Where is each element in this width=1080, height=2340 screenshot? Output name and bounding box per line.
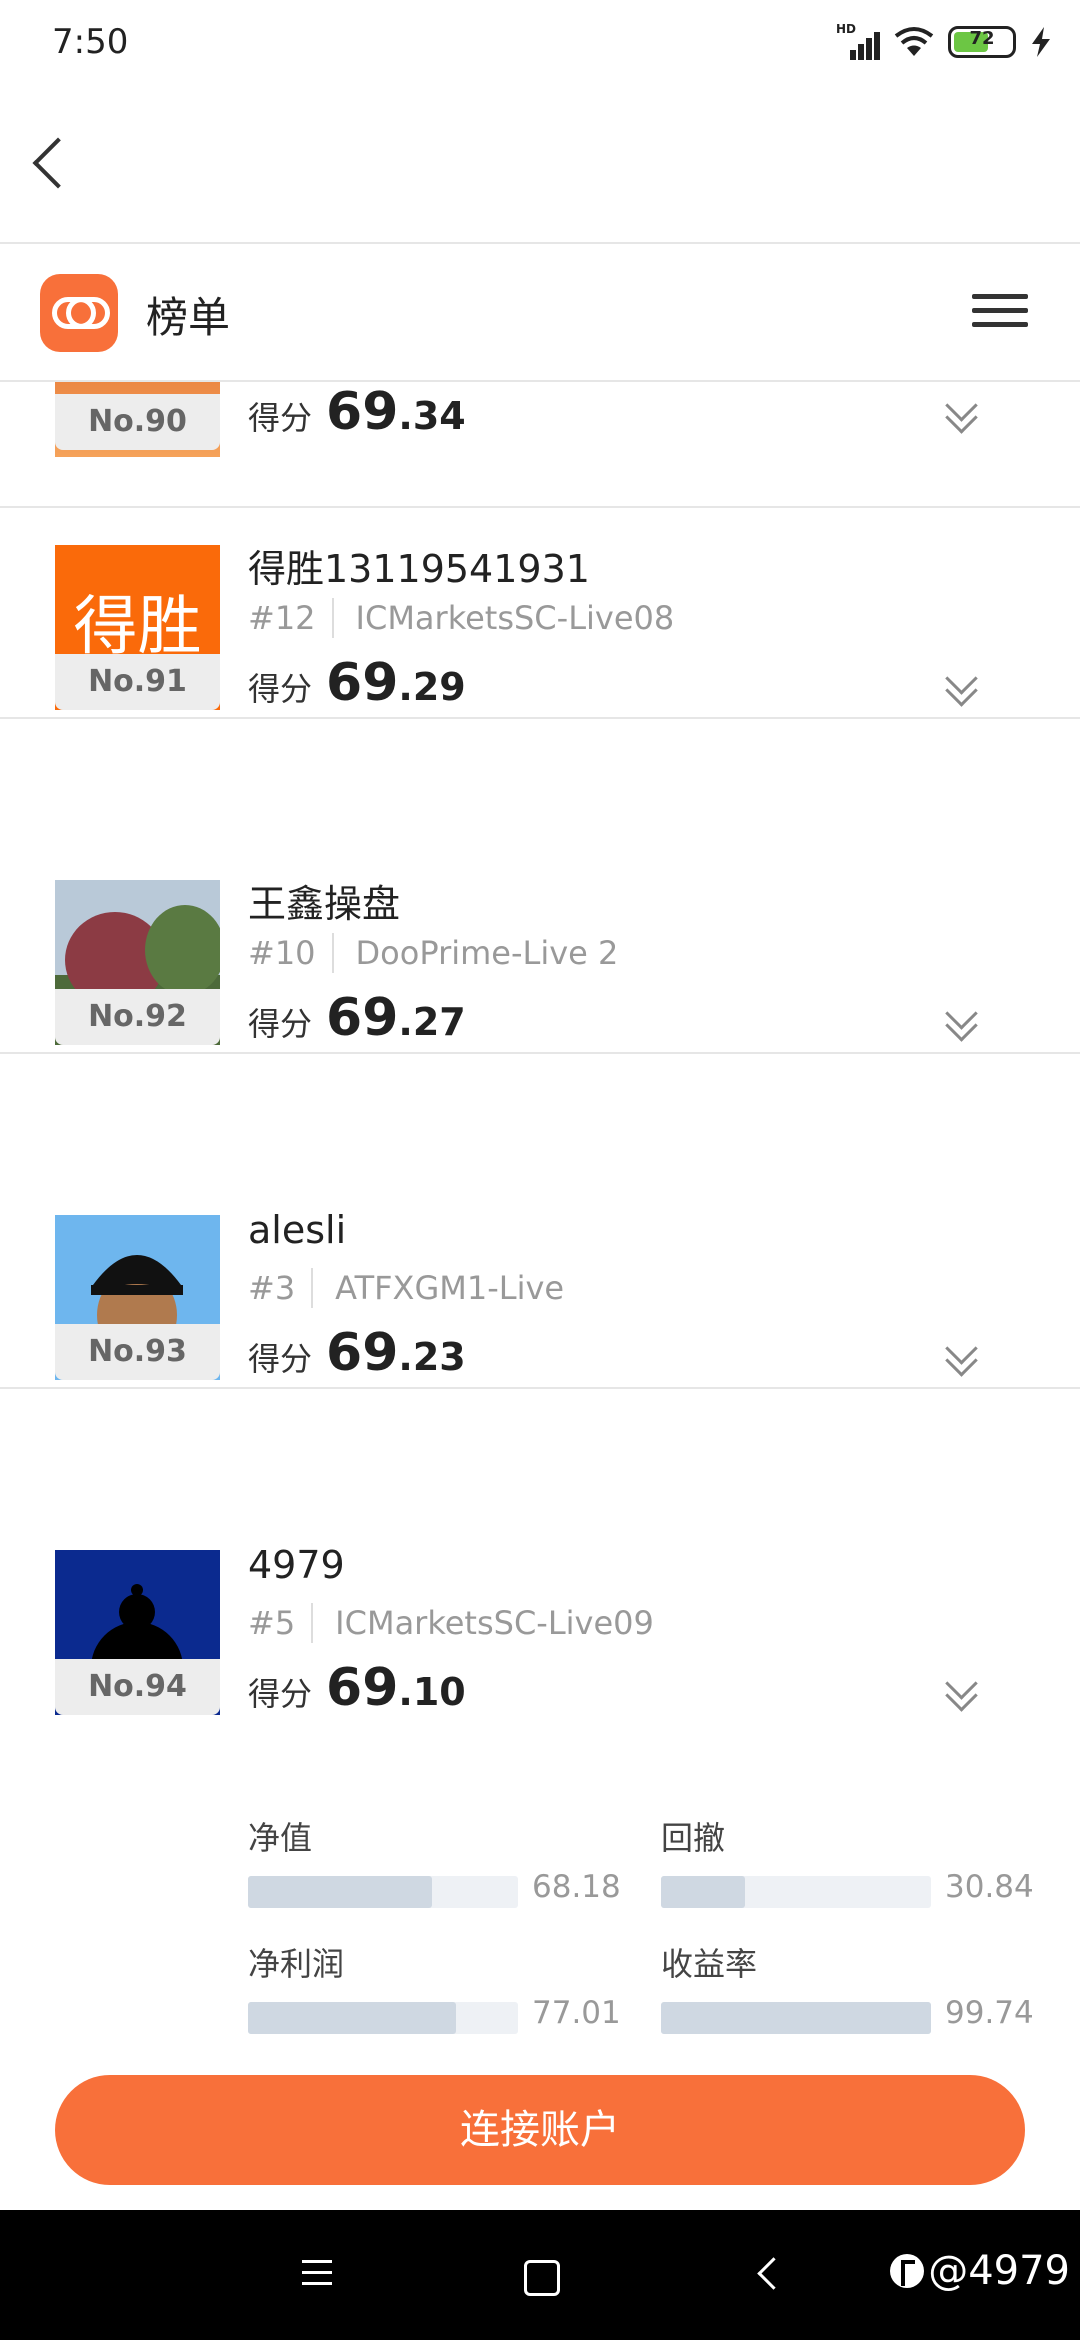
rank-badge: No.90 [55,394,220,450]
battery-level: 72 [969,28,995,49]
rank-badge: No.92 [55,989,220,1045]
server-name: ICMarketsSC-Live08 [355,599,675,637]
metrics-panel: 净值 68.18 回撤 30.84 净利润 77.01 收益率 99.74 [248,1813,1038,2050]
status-bar: 7:50 HD 72 [0,0,1080,90]
battery-icon: 72 [948,26,1016,58]
expand-chevron-icon[interactable] [945,1332,978,1377]
list-item[interactable]: No.90 得分 69 .34 [0,382,1080,508]
score-integer: 69 [326,382,399,442]
score: 得分 69 .34 [248,382,466,442]
rank-badge: No.91 [55,654,220,710]
expand-chevron-icon[interactable] [945,389,978,434]
rank-badge: No.93 [55,1324,220,1380]
system-nav-bar: @4979 [0,2210,1080,2340]
metric-drawdown: 回撤 30.84 [661,1813,1041,1908]
server-name: DooPrime-Live 2 [355,934,619,972]
app-logo-icon [40,274,118,352]
connect-account-button[interactable]: 连接账户 [55,2075,1025,2185]
score: 得分 69 .29 [248,653,466,713]
trader-meta: #5 ICMarketsSC-Live09 [248,1603,654,1643]
trader-name: 王鑫操盘 [248,882,401,926]
hamburger-menu-icon[interactable] [972,294,1028,328]
expand-chevron-icon[interactable] [945,1667,978,1712]
score-decimal: .27 [398,1000,466,1044]
metric-bar [248,1876,518,1908]
score-label: 得分 [248,670,313,708]
score-label: 得分 [248,1005,313,1043]
back-icon[interactable] [757,2257,790,2290]
score-decimal: .34 [398,394,466,438]
account-rank: #10 [248,934,316,972]
score-integer: 69 [326,653,399,713]
score-integer: 69 [326,1658,399,1718]
server-name: ICMarketsSC-Live09 [335,1604,654,1642]
metric-label: 净值 [248,1819,313,1857]
list-item[interactable]: 得胜 No.91 得胜13119541931 #12 ICMarketsSC-L… [0,508,1080,719]
metric-value: 68.18 [532,1869,621,1905]
score: 得分 69 .10 [248,1658,466,1718]
trader-meta: #10 DooPrime-Live 2 [248,933,618,973]
trader-name: alesli [248,1208,347,1252]
trader-name: 4979 [248,1543,345,1587]
metric-net-value: 净值 68.18 [248,1813,628,1908]
trader-name: 得胜13119541931 [248,547,590,591]
app-header: 榜单 [0,244,1080,382]
metric-bar [661,2002,931,2034]
score-label: 得分 [248,1340,313,1378]
metric-net-profit: 净利润 77.01 [248,1939,628,2034]
status-time: 7:50 [52,22,129,62]
score-integer: 69 [326,1323,399,1383]
status-icons: HD 72 [836,22,1052,60]
server-name: ATFXGM1-Live [335,1269,565,1307]
metric-return-rate: 收益率 99.74 [661,1939,1041,2034]
metric-bar [661,1876,931,1908]
account-rank: #12 [248,599,316,637]
trader-meta: #12 ICMarketsSC-Live08 [248,598,674,638]
score: 得分 69 .23 [248,1323,466,1383]
rank-badge: No.94 [55,1659,220,1715]
metric-value: 77.01 [532,1995,621,2031]
watermark-logo-icon [890,2254,925,2288]
trader-meta: #3 ATFXGM1-Live [248,1268,564,1308]
score-label: 得分 [248,399,313,437]
score: 得分 69 .27 [248,988,466,1048]
bottom-action-area: 连接账户 [0,2050,1080,2210]
metric-label: 收益率 [661,1945,758,1983]
account-rank: #3 [248,1269,296,1307]
home-icon[interactable] [524,2260,560,2296]
score-integer: 69 [326,988,399,1048]
top-nav-bar [0,90,1080,244]
score-decimal: .10 [398,1670,466,1714]
list-item[interactable]: No.94 4979 #5 ICMarketsSC-Live09 得分 69 .… [0,1513,1080,2050]
list-item[interactable]: No.92 王鑫操盘 #10 DooPrime-Live 2 得分 69 .27 [0,843,1080,1054]
metric-label: 净利润 [248,1945,345,1983]
metric-label: 回撤 [661,1819,726,1857]
page-title: 榜单 [146,293,231,342]
account-rank: #5 [248,1604,296,1642]
signal-icon: HD [836,22,880,60]
recent-apps-icon[interactable] [302,2260,332,2286]
metric-bar [248,2002,518,2034]
watermark-text: @4979 [928,2248,1070,2294]
metric-value: 99.74 [945,1995,1034,2031]
metric-value: 30.84 [945,1869,1034,1905]
signal-hd-tag: HD [836,22,857,36]
expand-chevron-icon[interactable] [945,662,978,707]
score-label: 得分 [248,1675,313,1713]
avatar-text: 得胜 [73,590,202,664]
score-decimal: .29 [398,665,466,709]
ranking-list: No.90 得分 69 .34 得胜 No.91 得胜13119541931 #… [0,382,1080,2050]
expand-chevron-icon[interactable] [945,997,978,1042]
back-arrow-icon[interactable] [32,137,84,189]
watermark: @4979 [890,2248,1070,2294]
wifi-icon [894,27,934,56]
charging-icon [1032,27,1050,57]
list-item[interactable]: No.93 alesli #3 ATFXGM1-Live 得分 69 .23 [0,1178,1080,1389]
score-decimal: .23 [398,1335,466,1379]
